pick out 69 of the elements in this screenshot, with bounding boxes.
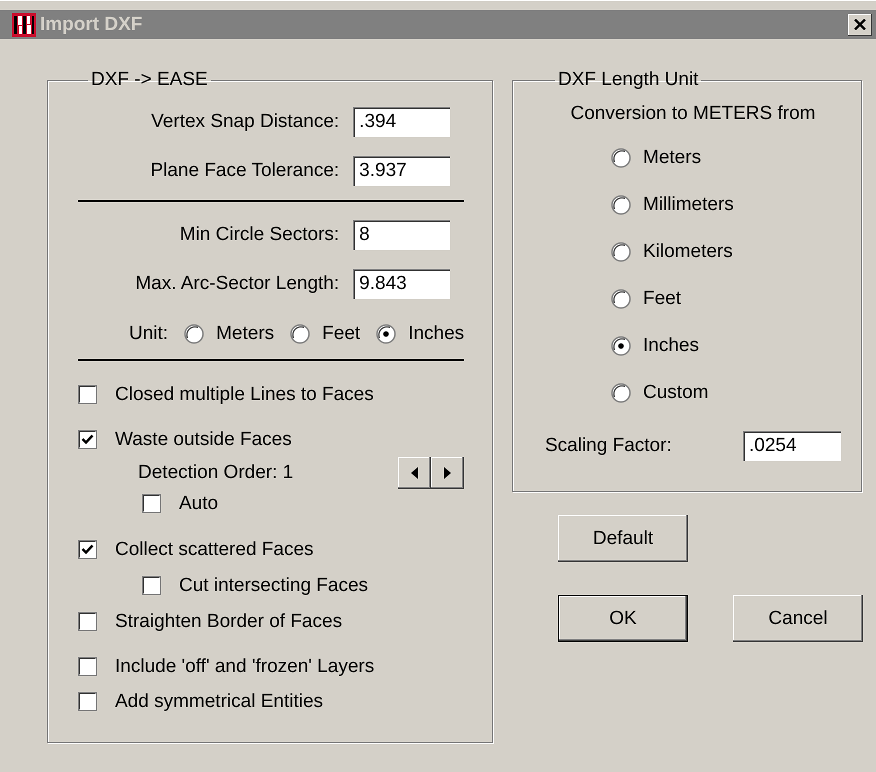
radio-option[interactable]: Millimeters — [611, 190, 841, 219]
window-title: Import DXF — [40, 14, 142, 36]
detection-order-label: Detection Order: 1 — [138, 462, 294, 484]
right-triangle-icon — [444, 467, 452, 479]
field-label: Min Circle Sectors: — [178, 224, 340, 246]
group-title: DXF Length Unit — [557, 69, 700, 91]
radio-label: Inches — [408, 323, 464, 345]
checkbox[interactable] — [78, 657, 97, 676]
radio-label: Feet — [322, 323, 360, 345]
input-field[interactable]: .0254 — [743, 431, 841, 461]
checkbox[interactable] — [78, 385, 97, 404]
radio-option[interactable]: Meters — [184, 323, 274, 345]
checkbox-label: Collect scattered Faces — [115, 538, 314, 560]
radio-label: Feet — [643, 288, 682, 310]
radio-label: Custom — [643, 382, 708, 404]
checkbox-label: Add symmetrical Entities — [115, 690, 324, 712]
field-label: Plane Face Tolerance: — [149, 160, 340, 182]
checkbox-label: Cut intersecting Faces — [179, 574, 368, 596]
input-field[interactable]: 9.843 — [353, 269, 450, 299]
radio-button[interactable] — [290, 324, 310, 344]
radio-option[interactable]: Inches — [611, 331, 841, 360]
radio-option[interactable]: Custom — [611, 378, 841, 407]
input-field[interactable]: 8 — [353, 220, 450, 250]
radio-label: Kilometers — [643, 240, 733, 262]
radio-button[interactable] — [376, 324, 396, 344]
radio-button[interactable] — [611, 382, 631, 402]
checkbox[interactable] — [78, 612, 97, 631]
checkbox-label: Closed multiple Lines to Faces — [115, 384, 374, 406]
radio-label: Inches — [643, 334, 699, 356]
close-icon — [854, 19, 866, 30]
input-field[interactable]: 3.937 — [353, 156, 450, 186]
checkbox[interactable] — [142, 494, 161, 513]
checkbox[interactable] — [78, 692, 97, 711]
increase-button[interactable] — [431, 457, 464, 489]
checkbox-label: Include 'off' and 'frozen' Layers — [115, 656, 374, 678]
decrease-button[interactable] — [398, 457, 432, 489]
dialog-button[interactable]: Default — [558, 515, 688, 562]
dialog-button[interactable]: Cancel — [733, 595, 863, 642]
dialog-button[interactable]: OK — [558, 595, 688, 642]
field-label: Vertex Snap Distance: — [150, 111, 340, 133]
radio-option[interactable]: Meters — [611, 143, 841, 172]
radio-option[interactable]: Feet — [290, 323, 360, 345]
checkbox[interactable] — [78, 430, 97, 449]
radio-button[interactable] — [611, 242, 631, 262]
radio-button[interactable] — [611, 288, 631, 308]
radio-label: Millimeters — [643, 194, 734, 216]
checkbox-label: Waste outside Faces — [115, 428, 292, 450]
radio-button[interactable] — [611, 336, 631, 356]
unit-label: Unit: — [129, 323, 168, 345]
checkbox[interactable] — [78, 540, 97, 559]
conversion-caption: Conversion to METERS from — [570, 103, 816, 125]
field-label: Scaling Factor: — [545, 435, 673, 457]
left-triangle-icon — [411, 467, 418, 479]
radio-button[interactable] — [184, 324, 204, 344]
field-label: Max. Arc-Sector Length: — [134, 273, 340, 295]
radio-option[interactable]: Inches — [376, 323, 464, 345]
input-field[interactable]: .394 — [353, 107, 450, 137]
radio-label: Meters — [643, 146, 702, 168]
group-title: DXF -> EASE — [90, 69, 209, 91]
checkbox[interactable] — [142, 576, 161, 595]
close-button[interactable] — [848, 14, 872, 36]
checkbox-label: Auto — [179, 492, 218, 514]
app-logo-icon — [12, 12, 36, 36]
radio-option[interactable]: Kilometers — [611, 237, 841, 266]
radio-button[interactable] — [611, 194, 631, 214]
radio-button[interactable] — [611, 148, 631, 168]
checkbox-label: Straighten Border of Faces — [115, 610, 342, 632]
radio-option[interactable]: Feet — [611, 284, 841, 313]
radio-label: Meters — [216, 323, 274, 345]
